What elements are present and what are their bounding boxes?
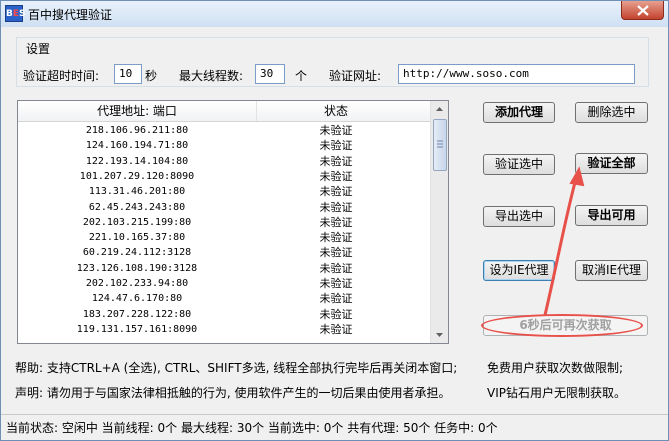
proxy-status-cell: 未验证 (319, 322, 353, 336)
scroll-down-button[interactable] (431, 326, 448, 343)
delete-selected-button[interactable]: 删除选中 (575, 102, 648, 123)
window-title: 百中搜代理验证 (28, 8, 113, 22)
proxy-status-cell: 未验证 (319, 185, 353, 199)
proxy-status-cell: 未验证 (319, 277, 353, 290)
proxy-status-cell: 未验证 (319, 261, 353, 275)
grip-icon (437, 140, 443, 148)
highlight-circle (481, 314, 643, 337)
table-row[interactable]: 122.193.14.104:80 未验证 (18, 154, 432, 169)
threads-label: 最大线程数: (179, 69, 244, 83)
proxy-address-cell: 119.131.157.161:8090 (76, 323, 198, 335)
table-row[interactable]: 101.207.29.120:8090 未验证 (18, 169, 432, 184)
table-row[interactable]: 218.106.96.211:80 未验证 (18, 123, 432, 138)
statement-text: 声明: 请勿用于与国家法律相抵触的行为, 使用软件产生的一切后果由使用者承担。 (15, 386, 451, 400)
proxy-status-cell: 未验证 (319, 307, 353, 321)
proxy-address-cell: 124.160.194.71:80 (85, 140, 189, 152)
scroll-thumb[interactable] (433, 119, 447, 171)
status-bar: 当前状态: 空闲中 当前线程: 0个 最大线程: 30个 当前选中: 0个 共有… (1, 414, 668, 440)
app-logo-icon: BES (5, 5, 26, 22)
table-row[interactable]: 119.131.157.161:8090 未验证 (18, 322, 432, 337)
table-row[interactable]: 202.102.233.94:80 未验证 (18, 276, 432, 291)
verify-selected-button[interactable]: 验证选中 (483, 154, 555, 175)
proxy-address-cell: 202.102.233.94:80 (85, 278, 189, 289)
proxy-address-cell: 113.31.46.201:80 (88, 186, 186, 198)
table-row[interactable]: 123.126.108.190:3128 未验证 (18, 261, 432, 276)
proxy-status-cell: 未验证 (319, 169, 353, 183)
table-row[interactable]: 202.103.215.199:80 未验证 (18, 215, 432, 230)
proxy-status-cell: 未验证 (319, 292, 353, 306)
close-button[interactable] (621, 1, 664, 20)
threads-input[interactable]: 30 (255, 64, 285, 84)
export-usable-button[interactable]: 导出可用 (575, 205, 648, 226)
proxy-list[interactable]: 代理地址: 端口 状态 218.106.96.211:80 未验证 124.160.… (17, 100, 449, 344)
set-ie-proxy-button[interactable]: 设为IE代理 (483, 260, 555, 281)
url-input[interactable]: http://www.soso.com (398, 64, 635, 84)
title-bar[interactable]: BES 百中搜代理验证 (1, 1, 668, 27)
table-row[interactable]: 221.10.165.37:80 未验证 (18, 230, 432, 245)
proxy-address-cell: 221.10.165.37:80 (88, 232, 186, 244)
table-row[interactable]: 124.47.6.170:80 未验证 (18, 291, 432, 306)
proxy-status-cell: 未验证 (319, 154, 353, 168)
proxy-status-cell: 未验证 (319, 231, 353, 245)
proxy-address-cell: 122.193.14.104:80 (85, 155, 189, 167)
column-header-address[interactable]: 代理地址: 端口 (18, 101, 257, 121)
cancel-ie-proxy-button[interactable]: 取消IE代理 (575, 260, 648, 281)
timeout-unit: 秒 (145, 69, 158, 83)
proxy-status-cell: 未验证 (319, 215, 353, 229)
vip-user-note: VIP钻石用户无限制获取。 (487, 386, 626, 400)
proxy-status-cell: 未验证 (319, 246, 353, 260)
chevron-down-icon (436, 333, 443, 337)
url-label: 验证网址: (329, 69, 382, 83)
table-row[interactable]: 60.219.24.112:3128 未验证 (18, 245, 432, 260)
proxy-status-cell: 未验证 (319, 124, 353, 137)
close-icon (637, 5, 649, 16)
proxy-address-cell: 124.47.6.170:80 (91, 293, 183, 305)
free-user-note: 免费用户获取次数做限制; (487, 361, 624, 375)
table-row[interactable]: 113.31.46.201:80 未验证 (18, 184, 432, 199)
proxy-address-cell: 62.45.243.243:80 (88, 201, 186, 213)
proxy-status-cell: 未验证 (319, 139, 353, 153)
chevron-up-icon (436, 107, 443, 111)
table-row[interactable]: 124.160.194.71:80 未验证 (18, 138, 432, 153)
proxy-address-cell: 101.207.29.120:8090 (79, 170, 195, 182)
threads-unit: 个 (295, 69, 308, 83)
list-header: 代理地址: 端口 状态 (18, 101, 432, 122)
client-area: 设置 验证超时时间: 10 秒 最大线程数: 30 个 验证网址: http:/… (8, 29, 663, 435)
proxy-address-cell: 183.207.228.122:80 (82, 308, 192, 320)
scroll-up-button[interactable] (431, 101, 448, 118)
proxy-address-cell: 218.106.96.211:80 (85, 125, 189, 136)
settings-group-title: 设置 (24, 40, 53, 57)
add-proxy-button[interactable]: 添加代理 (483, 102, 555, 123)
column-header-status[interactable]: 状态 (257, 101, 415, 121)
table-row[interactable]: 62.45.243.243:80 未验证 (18, 200, 432, 215)
timeout-label: 验证超时时间: (23, 69, 100, 83)
proxy-address-cell: 202.103.215.199:80 (82, 216, 192, 228)
vertical-scrollbar[interactable] (430, 101, 448, 343)
proxy-address-cell: 60.219.24.112:3128 (82, 247, 192, 259)
app-window: BES 百中搜代理验证 设置 验证超时时间: 10 秒 最大线程数: 30 个 … (0, 0, 669, 441)
export-selected-button[interactable]: 导出选中 (483, 206, 555, 227)
help-text: 帮助: 支持CTRL+A (全选), CTRL、SHIFT多选, 线程全部执行完… (15, 361, 458, 375)
table-row[interactable]: 183.207.228.122:80 未验证 (18, 307, 432, 322)
proxy-status-cell: 未验证 (319, 200, 353, 214)
verify-all-button[interactable]: 验证全部 (575, 153, 648, 174)
proxy-address-cell: 123.126.108.190:3128 (76, 262, 198, 274)
timeout-input[interactable]: 10 (114, 64, 142, 84)
